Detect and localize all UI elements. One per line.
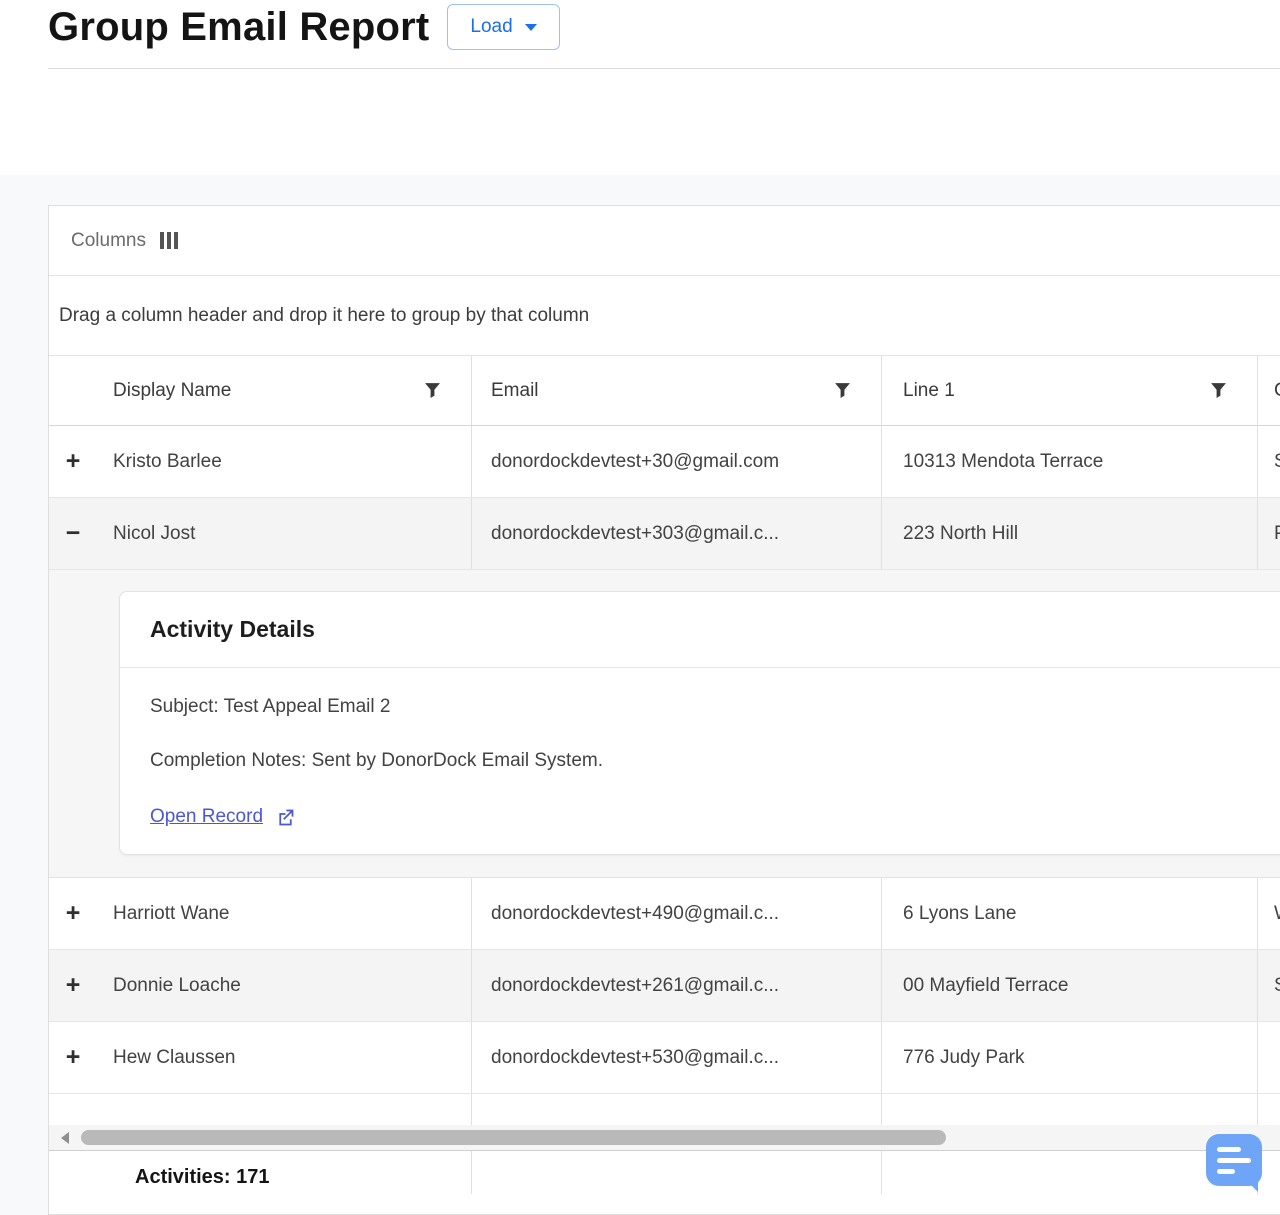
cell-email: donordockdevtest+530@gmail.c...	[471, 1022, 881, 1093]
cell-display-name: Hew Claussen	[97, 1022, 471, 1093]
activity-details-body: Subject: Test Appeal Email 2 Completion …	[120, 668, 1280, 854]
external-link-icon	[275, 807, 296, 828]
expand-row-button[interactable]: +	[66, 449, 81, 474]
grid-toolbar: Columns	[49, 206, 1280, 276]
load-button-label: Load	[470, 16, 512, 38]
chat-widget-button[interactable]	[1206, 1134, 1262, 1190]
columns-icon	[160, 232, 178, 249]
chat-bubble-tail	[1244, 1178, 1258, 1192]
filter-icon[interactable]	[834, 382, 851, 399]
cell-email: donordockdevtest+490@gmail.c...	[471, 878, 881, 949]
cell-display-name: Donnie Loache	[97, 950, 471, 1021]
grid-footer-row: Activities: 171	[49, 1150, 1280, 1194]
cell-clipped	[1257, 1022, 1280, 1093]
table-row: − Nicol Jost donordockdevtest+303@gmail.…	[49, 498, 1280, 570]
expand-row-button[interactable]: +	[66, 1045, 81, 1070]
page-title: Group Email Report	[48, 5, 429, 50]
header-line-1[interactable]: Line 1	[881, 356, 1257, 425]
cell-display-name: Harriott Wane	[97, 878, 471, 949]
cell-email: donordockdevtest+261@gmail.c...	[471, 950, 881, 1021]
row-detail-panel: Activity Details Subject: Test Appeal Em…	[49, 570, 1280, 878]
scroll-left-arrow[interactable]	[49, 1125, 81, 1150]
columns-menu-button[interactable]: Columns	[59, 222, 190, 260]
activity-details-title: Activity Details	[150, 616, 1260, 643]
cell-email: donordockdevtest+30@gmail.com	[471, 426, 881, 497]
load-button[interactable]: Load	[447, 4, 559, 50]
page-header: Group Email Report Load	[48, 4, 560, 50]
email-report-grid: Columns Drag a column header and drop it…	[48, 205, 1280, 1215]
collapse-row-button[interactable]: −	[66, 521, 81, 546]
scrollbar-track[interactable]	[81, 1125, 1280, 1150]
expand-row-button[interactable]: +	[66, 901, 81, 926]
table-row: + Donnie Loache donordockdevtest+261@gma…	[49, 950, 1280, 1022]
open-record-link[interactable]: Open Record	[150, 806, 296, 828]
cell-clipped: P	[1257, 498, 1280, 569]
empty-filler-row	[49, 1094, 1280, 1125]
scrollbar-thumb[interactable]	[81, 1130, 946, 1145]
cell-display-name: Nicol Jost	[97, 498, 471, 569]
expand-row-button[interactable]: +	[66, 973, 81, 998]
table-row: + Hew Claussen donordockdevtest+530@gmai…	[49, 1022, 1280, 1094]
horizontal-scrollbar	[49, 1125, 1280, 1150]
grid-header-row: Display Name Email Line 1	[49, 356, 1280, 426]
table-row: + Harriott Wane donordockdevtest+490@gma…	[49, 878, 1280, 950]
header-email[interactable]: Email	[471, 356, 881, 425]
cell-clipped: S	[1257, 950, 1280, 1021]
cell-line-1: 223 North Hill	[881, 498, 1257, 569]
activities-total: Activities: 171	[113, 1166, 270, 1189]
columns-label: Columns	[71, 230, 146, 252]
filter-icon[interactable]	[424, 382, 441, 399]
cell-email: donordockdevtest+303@gmail.c...	[471, 498, 881, 569]
page: Group Email Report Load Columns Drag a c…	[0, 0, 1280, 1215]
cell-line-1: 6 Lyons Lane	[881, 878, 1257, 949]
table-row: + Kristo Barlee donordockdevtest+30@gmai…	[49, 426, 1280, 498]
header-clipped-column[interactable]: C	[1257, 356, 1280, 425]
cell-display-name: Kristo Barlee	[97, 426, 471, 497]
activity-subject: Subject: Test Appeal Email 2	[150, 696, 1260, 718]
filter-icon[interactable]	[1210, 382, 1227, 399]
activity-details-header: Activity Details	[120, 592, 1280, 668]
title-divider	[48, 68, 1280, 69]
cell-clipped: S	[1257, 426, 1280, 497]
cell-line-1: 00 Mayfield Terrace	[881, 950, 1257, 1021]
group-panel-text: Drag a column header and drop it here to…	[59, 305, 589, 327]
group-by-drop-zone[interactable]: Drag a column header and drop it here to…	[49, 276, 1280, 356]
activity-details-card: Activity Details Subject: Test Appeal Em…	[119, 591, 1280, 855]
activity-completion-notes: Completion Notes: Sent by DonorDock Emai…	[150, 750, 1260, 772]
header-expand-column	[49, 356, 97, 425]
cell-line-1: 776 Judy Park	[881, 1022, 1257, 1093]
header-display-name[interactable]: Display Name	[97, 356, 471, 425]
chevron-down-icon	[525, 24, 537, 31]
cell-line-1: 10313 Mendota Terrace	[881, 426, 1257, 497]
cell-clipped: W	[1257, 878, 1280, 949]
